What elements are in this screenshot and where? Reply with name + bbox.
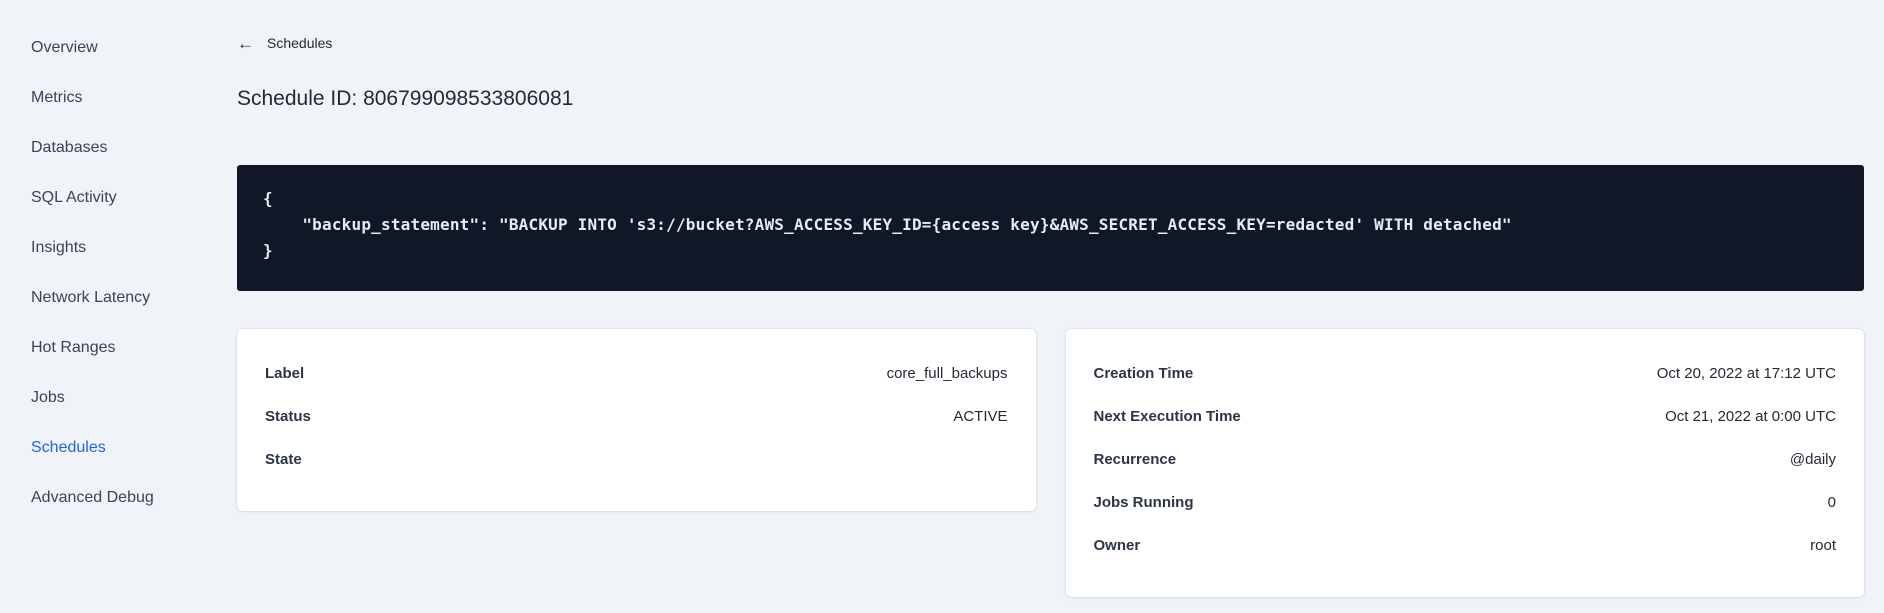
sidebar-item-label: Schedules <box>31 439 106 456</box>
detail-row-value: core_full_backups <box>886 364 1008 382</box>
detail-row-value: root <box>1810 536 1836 554</box>
detail-row-value: Oct 21, 2022 at 0:00 UTC <box>1665 407 1836 425</box>
sidebar-item[interactable]: Metrics <box>31 73 237 123</box>
schedule-details-card: Label core_full_backups Status ACTIVE St… <box>237 328 1036 511</box>
detail-row-label: Creation Time <box>1093 364 1194 382</box>
detail-row: State <box>265 438 1008 481</box>
detail-row: Status ACTIVE <box>265 395 1008 438</box>
code-line: "backup_statement": "BACKUP INTO 's3://b… <box>263 214 1512 234</box>
sidebar-item-label: SQL Activity <box>31 189 117 206</box>
sidebar-item[interactable]: Overview <box>31 23 237 73</box>
sidebar-item[interactable]: Databases <box>31 123 237 173</box>
code-line: { <box>263 188 273 208</box>
detail-cards: Label core_full_backups Status ACTIVE St… <box>237 328 1864 597</box>
sidebar-item[interactable]: Network Latency <box>31 273 237 323</box>
detail-row: Recurrence @daily <box>1094 438 1837 481</box>
sidebar-item[interactable]: SQL Activity <box>31 173 237 223</box>
detail-row-label: Next Execution Time <box>1093 407 1241 425</box>
sidebar-item-label: Network Latency <box>31 289 151 306</box>
sidebar-item-label: Hot Ranges <box>31 339 116 356</box>
detail-row-label: Label <box>265 364 305 382</box>
detail-row-value: Oct 20, 2022 at 17:12 UTC <box>1656 364 1836 382</box>
main-content: ← Schedules Schedule ID: 806799098533806… <box>237 0 1884 613</box>
back-link-label: Schedules <box>267 35 333 51</box>
code-line: } <box>263 240 273 260</box>
detail-row-label: Recurrence <box>1093 450 1177 468</box>
sidebar-item-label: Overview <box>31 39 98 56</box>
sidebar-item[interactable]: Advanced Debug <box>31 473 237 523</box>
sidebar-item-label: Databases <box>31 139 108 156</box>
detail-row: Owner root <box>1094 524 1837 567</box>
sidebar-item-label: Jobs <box>31 389 65 406</box>
back-to-schedules-link[interactable]: ← Schedules <box>237 33 332 53</box>
back-arrow-icon: ← <box>237 33 254 53</box>
detail-row-value: 0 <box>1827 493 1836 511</box>
detail-row: Jobs Running 0 <box>1094 481 1837 524</box>
detail-row-label: Jobs Running <box>1093 493 1194 511</box>
sidebar-item[interactable]: Insights <box>31 223 237 273</box>
sidebar-item-label: Insights <box>31 239 87 256</box>
sidebar-item-label: Advanced Debug <box>31 489 154 506</box>
schedule-timing-card: Creation Time Oct 20, 2022 at 17:12 UTC … <box>1065 328 1864 597</box>
schedule-definition-code: { "backup_statement": "BACKUP INTO 's3:/… <box>237 164 1864 291</box>
detail-row-label: Status <box>265 407 311 425</box>
detail-row-value: @daily <box>1789 450 1836 468</box>
sidebar-item[interactable]: Hot Ranges <box>31 323 237 373</box>
detail-row-label: State <box>265 450 302 468</box>
detail-row-value: ACTIVE <box>953 407 1008 425</box>
sidebar-item[interactable]: Schedules <box>31 423 237 473</box>
sidebar-item[interactable]: Jobs <box>31 373 237 423</box>
detail-row-label: Owner <box>1093 536 1141 554</box>
app-root: Overview Metrics Databases SQL Activity … <box>0 0 1884 613</box>
detail-row: Next Execution Time Oct 21, 2022 at 0:00… <box>1094 395 1837 438</box>
detail-row: Label core_full_backups <box>265 352 1008 395</box>
detail-row: Creation Time Oct 20, 2022 at 17:12 UTC <box>1094 352 1837 395</box>
sidebar-item-label: Metrics <box>31 89 83 106</box>
sidebar-nav: Overview Metrics Databases SQL Activity … <box>0 0 237 613</box>
page-title: Schedule ID: 806799098533806081 <box>237 86 574 110</box>
